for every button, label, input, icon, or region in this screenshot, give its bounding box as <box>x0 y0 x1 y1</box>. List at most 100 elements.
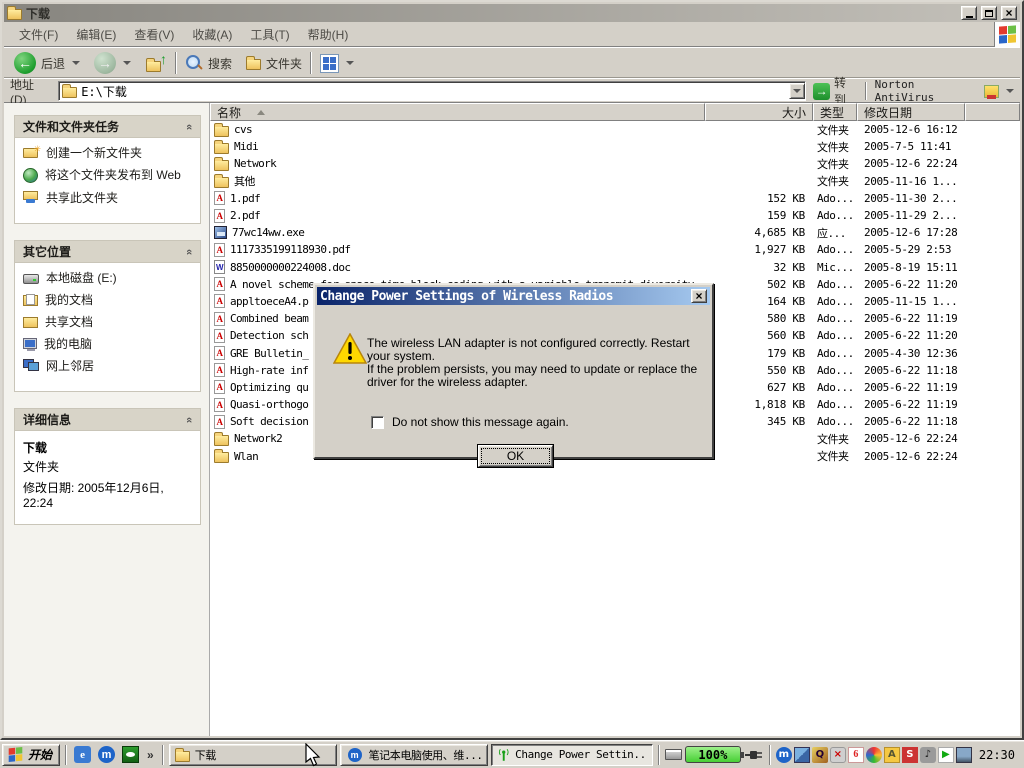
maxthon-icon[interactable]: m <box>776 747 792 763</box>
column-header-type[interactable]: 类型 <box>813 103 857 121</box>
panel-details-header[interactable]: 详细信息 « <box>15 409 200 431</box>
minimize-button[interactable] <box>961 6 977 20</box>
ime-icon[interactable]: A <box>884 747 900 763</box>
dialog-titlebar[interactable]: Change Power Settings of Wireless Radios… <box>317 287 710 305</box>
file-date: 2005-6-22 11:20 <box>857 329 965 342</box>
netmon-icon[interactable] <box>794 747 810 763</box>
file-row[interactable]: 其他 文件夹 2005-11-16 1... <box>210 173 1020 190</box>
task-link[interactable]: 创建一个新文件夹 <box>23 146 194 160</box>
column-header-date[interactable]: 修改日期 <box>857 103 965 121</box>
close-icon: × <box>1005 7 1012 19</box>
file-type: 文件夹 <box>813 448 857 464</box>
file-row[interactable]: 1117335199118930.pdf 1,927 KB Ado... 200… <box>210 241 1020 258</box>
menu-item[interactable]: 收藏(A) <box>183 23 241 46</box>
file-row[interactable]: 8850000000224008.doc 32 KB Mic... 2005-8… <box>210 259 1020 276</box>
file-row[interactable]: Midi 文件夹 2005-7-5 11:41 <box>210 138 1020 155</box>
norton-dropdown-icon[interactable] <box>1006 89 1014 93</box>
place-link-label: 本地磁盘 (E:) <box>46 271 117 285</box>
file-row[interactable]: 2.pdf 159 KB Ado... 2005-11-29 2... <box>210 207 1020 224</box>
file-name-cell: Midi <box>210 140 705 154</box>
file-row[interactable]: 1.pdf 152 KB Ado... 2005-11-30 2... <box>210 190 1020 207</box>
sort-ascending-icon <box>257 110 265 115</box>
dont-show-again-checkbox[interactable] <box>371 416 384 429</box>
quicklaunch-maxthon-icon[interactable]: m <box>98 746 115 763</box>
collapse-chevron-icon[interactable]: « <box>183 416 195 422</box>
menu-item[interactable]: 查看(V) <box>125 23 183 46</box>
pdf-icon <box>214 346 225 360</box>
dialog-close-button[interactable]: × <box>691 289 707 303</box>
forward-button[interactable]: → <box>88 50 137 76</box>
collapse-chevron-icon[interactable]: « <box>183 248 195 254</box>
file-size: 164 KB <box>705 295 813 308</box>
netconn-icon[interactable] <box>956 747 972 763</box>
column-header-size[interactable]: 大小 <box>705 103 813 121</box>
forward-dropdown-icon[interactable] <box>123 61 131 65</box>
file-name: GRE Bulletin_ <box>230 347 308 360</box>
place-link[interactable]: 我的文档 <box>23 293 194 307</box>
file-row[interactable]: Network 文件夹 2005-12-6 22:24 <box>210 155 1020 172</box>
battery-indicator[interactable]: 100% <box>685 746 741 763</box>
taskbar-item-downloads[interactable]: 下载 <box>169 744 337 766</box>
search-button[interactable]: 搜索 <box>179 52 238 74</box>
file-row[interactable]: cvs 文件夹 2005-12-6 16:12 <box>210 121 1020 138</box>
player-icon[interactable]: ▶ <box>938 747 954 763</box>
addressbar-separator <box>865 82 867 100</box>
views-button[interactable] <box>314 52 360 75</box>
menu-item[interactable]: 文件(F) <box>10 23 67 46</box>
folders-button[interactable]: 文件夹 <box>240 53 308 74</box>
column-header-name[interactable]: 名称 <box>210 103 705 121</box>
menu-item[interactable]: 编辑(E) <box>67 23 125 46</box>
folder-icon <box>214 143 229 154</box>
close-button[interactable]: × <box>1001 6 1017 20</box>
viewer-icon[interactable]: Q <box>812 747 828 763</box>
restore-button[interactable] <box>981 6 997 20</box>
address-dropdown-button[interactable] <box>789 83 805 99</box>
quicklaunch-viewer-icon[interactable] <box>122 746 139 763</box>
views-dropdown-icon[interactable] <box>346 61 354 65</box>
power-plug-icon[interactable] <box>744 749 764 761</box>
file-name: High-rate inf <box>230 364 308 377</box>
flashget-icon[interactable]: 6 <box>848 747 864 763</box>
pdf-icon <box>214 209 225 223</box>
menu-item[interactable]: 工具(T) <box>241 23 298 46</box>
task-link[interactable]: 将这个文件夹发布到 Web <box>23 168 194 183</box>
back-button[interactable]: ← 后退 <box>8 50 86 76</box>
ok-button[interactable]: OK <box>478 445 553 467</box>
back-dropdown-icon[interactable] <box>72 61 80 65</box>
panel-file-tasks-header[interactable]: 文件和文件夹任务 « <box>15 116 200 138</box>
quicklaunch-overflow-chevron[interactable]: » <box>147 748 154 762</box>
taskbar-item-change-power[interactable]: Change Power Settin... <box>491 744 653 766</box>
swirl-icon[interactable] <box>866 747 882 763</box>
address-input[interactable]: E:\下载 <box>58 81 806 101</box>
window-titlebar[interactable]: 下载 × <box>4 4 1020 22</box>
file-size: 4,685 KB <box>705 226 813 239</box>
file-name-cell: 其他 <box>210 173 705 189</box>
quicklaunch-mail-icon[interactable]: e <box>74 746 91 763</box>
file-type: 文件夹 <box>813 122 857 138</box>
panel-other-places-header[interactable]: 其它位置 « <box>15 241 200 263</box>
place-link[interactable]: 本地磁盘 (E:) <box>23 271 194 285</box>
audio-icon[interactable]: ♪ <box>920 747 936 763</box>
taskbar-item-notebook-doc[interactable]: m 笔记本电脑使用、维... <box>340 744 488 766</box>
windows-logo-panel <box>994 22 1020 47</box>
up-button[interactable]: ↑ <box>139 52 173 74</box>
place-link[interactable]: 我的电脑 <box>23 337 194 351</box>
window-title: 下载 <box>26 5 957 22</box>
mouse-off-icon[interactable]: × <box>830 747 846 763</box>
task-link[interactable]: 共享此文件夹 <box>23 191 194 205</box>
file-name: 1.pdf <box>230 192 260 205</box>
place-link[interactable]: 网上邻居 <box>23 359 194 373</box>
norton-antivirus-menu[interactable]: Norton AntiVirus <box>871 78 1018 104</box>
sync-icon[interactable]: S <box>902 747 918 763</box>
column-header-empty <box>965 103 1020 121</box>
menu-item[interactable]: 帮助(H) <box>299 23 358 46</box>
start-button[interactable]: 开始 <box>2 744 60 766</box>
norton-label: Norton AntiVirus <box>875 78 980 104</box>
file-name: 8850000000224008.doc <box>230 261 350 274</box>
place-link[interactable]: 共享文档 <box>23 315 194 329</box>
collapse-chevron-icon[interactable]: « <box>183 123 195 129</box>
folder-icon <box>62 87 77 98</box>
file-type: Ado... <box>813 381 857 394</box>
file-row[interactable]: 77wc14ww.exe 4,685 KB 应... 2005-12-6 17:… <box>210 224 1020 241</box>
keyboard-icon[interactable] <box>665 749 682 760</box>
